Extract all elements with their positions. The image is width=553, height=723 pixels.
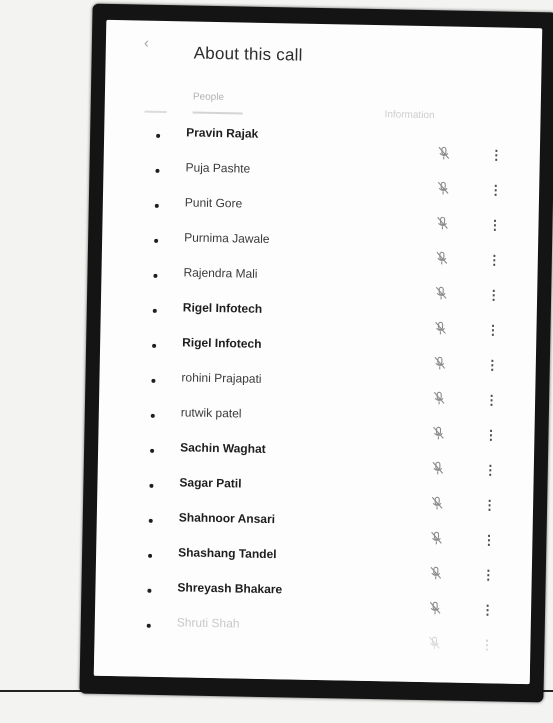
bullet-dot: [154, 238, 159, 243]
active-tab-indicator: [192, 111, 243, 115]
mic-off-icon[interactable]: [433, 286, 449, 300]
bullet-dot: [148, 553, 153, 558]
mic-off-icon[interactable]: [427, 601, 443, 615]
bullet-dot: [154, 203, 159, 208]
mic-off-icon[interactable]: [435, 181, 451, 195]
more-options-icon[interactable]: ⋮: [488, 252, 501, 268]
more-options-icon[interactable]: ⋮: [489, 182, 502, 198]
participant-name: Puja Pashte: [185, 160, 251, 176]
participant-name: Purnima Jawale: [184, 230, 270, 247]
participant-name: Rajendra Mali: [183, 265, 258, 281]
participant-name: Shruti Shah: [176, 615, 240, 631]
more-options-icon[interactable]: ⋮: [481, 602, 494, 618]
more-options-icon[interactable]: ⋮: [484, 462, 497, 478]
more-options-icon[interactable]: ⋮: [486, 322, 499, 338]
more-options-icon[interactable]: ⋮: [490, 147, 503, 163]
list-fade: [93, 631, 531, 685]
participant-list: Pravin Rajak ⋮ Puja Pashte ⋮ Punit Gore ⋮ Purn…: [94, 120, 540, 653]
mic-off-icon[interactable]: [430, 426, 446, 440]
bullet-dot: [152, 343, 157, 348]
screen: ‹ About this call People Information Pra…: [93, 19, 543, 685]
participant-name: Rigel Infotech: [182, 335, 262, 351]
mic-off-icon[interactable]: [428, 566, 444, 580]
bullet-dot: [148, 518, 153, 523]
bullet-dot: [153, 273, 158, 278]
participant-name: Shreyash Bhakare: [177, 580, 283, 597]
participant-name: Sagar Patil: [179, 475, 242, 491]
more-options-icon[interactable]: ⋮: [488, 217, 501, 233]
bullet-dot: [149, 483, 154, 488]
participant-name: Punit Gore: [184, 195, 243, 211]
bullet-dot: [150, 413, 155, 418]
participant-name: Rigel Infotech: [182, 300, 263, 316]
mic-off-icon[interactable]: [428, 531, 444, 545]
more-options-icon[interactable]: ⋮: [482, 567, 495, 583]
participant-name: Shashang Tandel: [178, 545, 277, 562]
mic-off-icon[interactable]: [431, 391, 447, 405]
more-options-icon[interactable]: ⋮: [482, 532, 495, 548]
bullet-dot: [151, 378, 156, 383]
back-arrow-icon[interactable]: ‹: [144, 35, 149, 52]
more-options-icon[interactable]: ⋮: [483, 497, 496, 513]
mic-off-icon[interactable]: [430, 461, 446, 475]
device-frame: ‹ About this call People Information Pra…: [79, 3, 553, 703]
more-options-icon[interactable]: ⋮: [486, 357, 499, 373]
bullet-dot: [146, 623, 151, 628]
bullet-dot: [156, 133, 161, 138]
tab-divider: [144, 110, 167, 114]
participant-name: rohini Prajapati: [181, 370, 262, 386]
more-options-icon[interactable]: ⋮: [484, 427, 497, 443]
bullet-dot: [147, 588, 152, 593]
participant-name: rutwik patel: [180, 405, 242, 421]
bullet-dot: [150, 448, 155, 453]
page-title: About this call: [193, 43, 303, 65]
tab-information[interactable]: Information: [384, 109, 434, 121]
bullet-dot: [155, 168, 160, 173]
more-options-icon[interactable]: ⋮: [487, 287, 500, 303]
app-header: ‹ About this call: [105, 20, 542, 88]
mic-off-icon[interactable]: [436, 146, 452, 160]
more-options-icon[interactable]: ⋮: [485, 392, 498, 408]
tab-people[interactable]: People: [193, 92, 224, 104]
bullet-dot: [152, 308, 157, 313]
mic-off-icon[interactable]: [434, 216, 450, 230]
participant-name: Sachin Waghat: [180, 440, 266, 457]
participant-name: Pravin Rajak: [186, 125, 259, 141]
mic-off-icon[interactable]: [429, 496, 445, 510]
mic-off-icon[interactable]: [432, 356, 448, 370]
participant-name: Shahnoor Ansari: [178, 510, 276, 527]
mic-off-icon[interactable]: [432, 321, 448, 335]
mic-off-icon[interactable]: [434, 251, 450, 265]
tab-bar: People Information: [104, 80, 541, 126]
